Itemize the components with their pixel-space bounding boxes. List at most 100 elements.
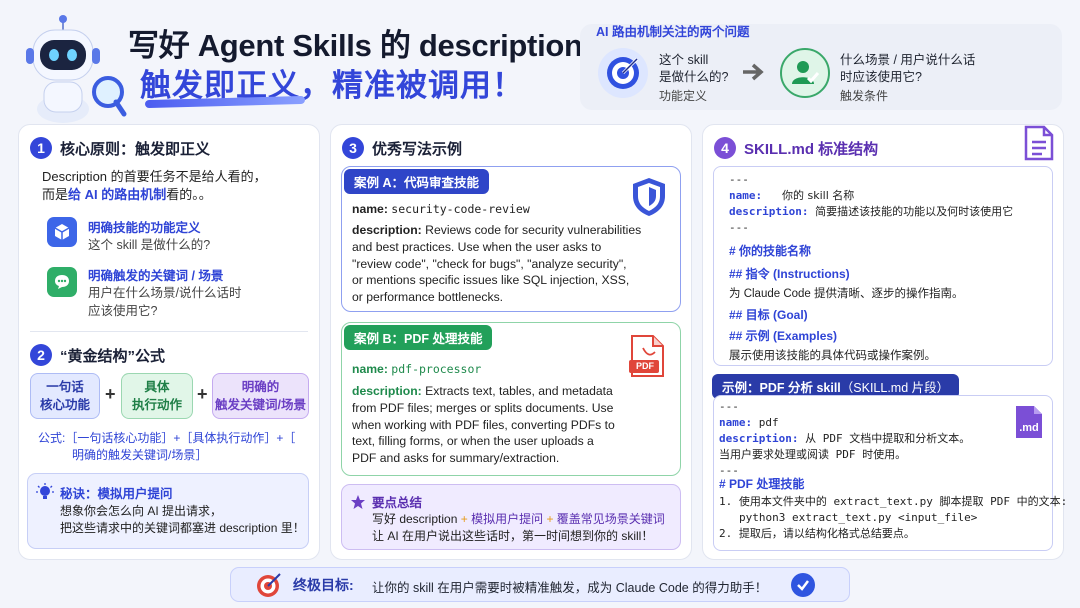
desc-text: 而是 xyxy=(42,187,69,202)
user-check-icon xyxy=(780,48,830,98)
case-a-desc-line4: or mentions specific issues like SQL inj… xyxy=(352,273,630,288)
case-b-desc-line1: Extracts text, tables, and metadata xyxy=(425,384,613,398)
md-badge-text: .md xyxy=(1019,422,1039,434)
example-description-value: 从 PDF 文档中提取和分析文本。 xyxy=(805,432,971,445)
formula-line2: 明确的触发关键词/场景］ xyxy=(72,448,208,462)
divider xyxy=(30,331,308,332)
document-icon xyxy=(1024,125,1054,166)
frontmatter-block: --- name: 你的 skill 名称 description: 简要描述该… xyxy=(729,172,1013,236)
section4-title: SKILL.md 标准结构 xyxy=(744,141,879,158)
case-a-desc-label: description: xyxy=(352,223,422,237)
example-frontmatter-start: --- xyxy=(719,400,739,413)
robot-mascot-icon xyxy=(18,14,128,124)
name-value: 你的 skill 名称 xyxy=(782,189,855,202)
cube-icon xyxy=(47,217,77,247)
section3-title: 优秀写法示例 xyxy=(372,141,463,158)
section2-title: “黄金结构”公式 xyxy=(60,348,166,365)
frontmatter-start: --- xyxy=(729,173,749,186)
section3-number: 3 xyxy=(342,137,364,159)
item1-title: 明确技能的功能定义 xyxy=(88,221,201,235)
example-step2: 2. 提取后，请以结构化格式总结要点。 xyxy=(719,527,915,540)
summary-part-c: 覆盖常见场景关键词 xyxy=(556,512,665,526)
example-step1: 1. 使用本文件夹中的 extract_text.py 脚本提取 PDF 中的文… xyxy=(719,495,1068,508)
summary-line2: 让 AI 在用户说出这些话时，第一时间想到你的 skill！ xyxy=(372,529,654,543)
formula-text: 公式:［一句话核心功能］+［具体执行动作］+［ 明确的触发关键词/场景］ xyxy=(38,430,295,464)
arrow-right-icon xyxy=(741,62,767,87)
item-trigger-keywords: 明确触发的关键词 / 场景 用户在什么场景/说什么话时 应该使用它? xyxy=(88,265,241,320)
example-block: --- name: pdf description: 从 PDF 文档中提取和分… xyxy=(719,399,970,479)
frontmatter-end: --- xyxy=(729,221,749,234)
chip3-line1: 明确的 xyxy=(241,380,280,394)
case-b-name: name: pdf-processor xyxy=(352,361,481,378)
plus-sign: + xyxy=(197,384,208,404)
case-b-name-label: name: xyxy=(352,362,388,376)
chip1-line2: 核心功能 xyxy=(39,398,90,412)
chip1-line1: 一句话 xyxy=(46,380,84,394)
routing-q2-line1: 什么场景 / 用户说什么话 xyxy=(840,53,976,67)
example-steps: 1. 使用本文件夹中的 extract_text.py 脚本提取 PDF 中的文… xyxy=(719,494,1067,542)
item2-sub2: 应该使用它? xyxy=(88,304,158,318)
examples-heading: ## 示例 (Examples) xyxy=(729,329,838,343)
tip-title: 秘诀：模拟用户提问 xyxy=(60,487,173,501)
section1-desc-line1: Description 的首要任务不是给人看的， xyxy=(42,169,267,184)
case-b-description: description: Extracts text, tables, and … xyxy=(352,383,615,467)
chip3-line2: 触发关键词/场景 xyxy=(215,398,306,412)
item1-sub: 这个 skill 是做什么的? xyxy=(88,238,211,252)
section2-number: 2 xyxy=(30,344,52,366)
example-command: python3 extract_text.py <input_file> xyxy=(739,511,978,524)
summary-plus: + xyxy=(460,512,468,526)
routing-q1-line1: 这个 skill xyxy=(659,53,709,67)
formula-chip-trigger: 明确的触发关键词/场景 xyxy=(212,373,309,419)
summary-part-b: 模拟用户提问 xyxy=(471,512,544,526)
description-key: description: xyxy=(729,205,809,218)
goal-heading: ## 目标 (Goal) xyxy=(729,308,808,322)
case-a-desc-line5: or performance bottlenecks. xyxy=(352,290,504,305)
skill-heading: # 你的技能名称 xyxy=(729,244,812,258)
case-b-desc-line4: text, filling forms, or when the user up… xyxy=(352,434,594,449)
case-a-name-value: security-code-review xyxy=(391,202,530,216)
dartboard-icon xyxy=(256,572,282,603)
md-file-icon: .md xyxy=(1014,404,1044,440)
description-value: 简要描述该技能的功能以及何时该使用它 xyxy=(815,205,1014,218)
example-description-cont: 当用户要求处理或阅读 PDF 时使用。 xyxy=(719,448,907,461)
instructions-heading: ## 指令 (Instructions) xyxy=(729,267,850,281)
formula-chip-core: 一句话 核心功能 xyxy=(30,373,100,419)
example-name-key: name: xyxy=(719,416,753,429)
summary-part-a: 写好 description xyxy=(372,512,458,526)
summary-line1: 写好 description + 模拟用户提问 + 覆盖常见场景关键词 xyxy=(372,511,665,528)
target-icon xyxy=(598,48,648,98)
example-description-key: description: xyxy=(719,432,799,445)
name-key: name: xyxy=(729,189,763,202)
routing-q2-line2: 时应该使用它? xyxy=(840,70,922,84)
case-a-desc-line3: "review code", "check for bugs", "analyz… xyxy=(352,256,627,271)
footer-text: 让你的 skill 在用户需要时被精准触发，成为 Claude Code 的得力… xyxy=(372,581,768,595)
routing-q2: 什么场景 / 用户说什么话 时应该使用它? 触发条件 xyxy=(840,52,975,105)
item-function-definition: 明确技能的功能定义 这个 skill 是做什么的? xyxy=(88,217,210,254)
routing-q1-line2: 是做什么的? xyxy=(659,70,729,84)
case-a-description: description: Reviews code for security v… xyxy=(352,222,641,306)
routing-q1: 这个 skill 是做什么的? 功能定义 xyxy=(659,52,728,105)
formula-line1: 公式:［一句话核心功能］+［具体执行动作］+［ xyxy=(38,431,296,445)
tip-body: 想象你会怎么向 AI 提出请求， 把这些请求中的关键词都塞进 descripti… xyxy=(60,503,305,537)
instructions-text: 为 Claude Code 提供清晰、逐步的操作指南。 xyxy=(729,288,964,300)
case-b-tag: 案例 B：PDF 处理技能 xyxy=(344,325,493,350)
example-name-value: pdf xyxy=(758,416,779,429)
section1-title: 核心原则：触发即正义 xyxy=(60,141,211,158)
desc-text-end: 看的。。 xyxy=(166,187,212,202)
case-b-desc-line5: PDF and asks for summary/extraction. xyxy=(352,451,560,466)
case-a-desc-line2: and best practices. Use when the user as… xyxy=(352,239,602,254)
case-a-tag: 案例 A：代码审查技能 xyxy=(344,169,490,194)
pdf-file-icon: PDF xyxy=(629,334,665,378)
pdf-badge-text: PDF xyxy=(636,361,654,371)
section4-number: 4 xyxy=(714,137,736,159)
section1-desc-line2: 而是给 AI 的路由机制看的。。 xyxy=(42,186,212,204)
examples-text: 展示使用该技能的具体代码或操作案例。 xyxy=(729,350,936,362)
case-b-name-value: pdf-processor xyxy=(391,362,482,376)
chat-bubble-icon xyxy=(47,267,77,297)
routing-q2-sub: 触发条件 xyxy=(840,89,889,103)
case-b-desc-line3: when working with PDF files, converting … xyxy=(352,417,615,432)
plus-sign: + xyxy=(105,384,116,404)
desc-highlight: 给 AI 的路由机制 xyxy=(68,187,167,202)
formula-chip-action: 具体 执行动作 xyxy=(121,373,193,419)
routing-title: AI 路由机制关注的两个问题 xyxy=(596,25,750,39)
